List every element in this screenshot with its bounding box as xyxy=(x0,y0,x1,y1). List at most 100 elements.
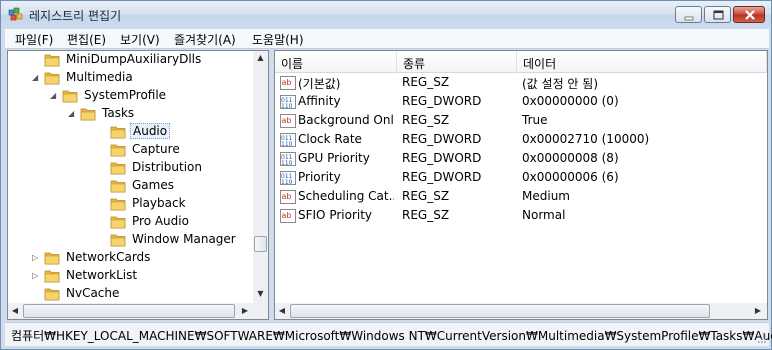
value-type: REG_DWORD xyxy=(402,132,482,146)
folder-icon xyxy=(44,270,60,283)
string-value-icon: ab xyxy=(280,190,296,204)
value-name: Affinity xyxy=(298,94,341,108)
tree-node-label: Games xyxy=(132,178,174,192)
menu-edit[interactable]: 편집(E) xyxy=(67,31,106,48)
status-bar: 컴퓨터₩HKEY_LOCAL_MACHINE₩SOFTWARE₩Microsof… xyxy=(5,322,772,346)
menu-favorites[interactable]: 즐겨찾기(A) xyxy=(174,31,236,48)
scroll-up-icon[interactable]: ▲ xyxy=(253,53,268,62)
folder-icon xyxy=(80,108,96,121)
registry-tree[interactable]: MiniDumpAuxiliaryDlls ◢ Multimedia ◢ SystemP… xyxy=(7,50,269,320)
folder-icon xyxy=(110,144,126,157)
value-data: 0x00000006 (6) xyxy=(522,170,619,184)
string-value-icon: ab xyxy=(280,76,296,90)
folder-icon xyxy=(44,288,60,301)
list-horizontal-scroll-thumb[interactable] xyxy=(290,304,710,318)
value-data: True xyxy=(522,113,548,127)
close-icon xyxy=(745,10,755,20)
close-button[interactable] xyxy=(733,6,765,23)
svg-text:110: 110 xyxy=(281,103,293,110)
value-name: Clock Rate xyxy=(298,132,362,146)
svg-text:110: 110 xyxy=(281,160,293,167)
tree-node-label: NetworkList xyxy=(66,268,138,282)
tree-node-label: Distribution xyxy=(132,160,203,174)
title-bar[interactable]: 레지스트리 편집기 xyxy=(1,1,771,28)
tree-node-label: Tasks xyxy=(102,106,135,120)
value-type: REG_SZ xyxy=(402,75,450,89)
value-type: REG_SZ xyxy=(402,189,450,203)
minimize-button[interactable] xyxy=(675,6,702,23)
value-row[interactable]: ab (기본값) REG_SZ (값 설정 안 됨) xyxy=(275,73,765,92)
binary-value-icon: 011110 xyxy=(280,152,296,167)
scroll-left-icon[interactable]: ◀ xyxy=(10,306,20,315)
resize-grip-icon[interactable] xyxy=(757,334,767,344)
column-name-label: 이름 xyxy=(281,57,304,71)
folder-icon xyxy=(44,252,60,265)
expand-arrow-icon[interactable]: ▷ xyxy=(32,272,39,280)
folder-icon xyxy=(44,54,60,67)
value-row[interactable]: 011 110 Clock Rate REG_DWORD 0x00002710 (100… xyxy=(275,130,765,149)
collapse-arrow-icon[interactable]: ◢ xyxy=(50,92,57,100)
value-data: 0x00002710 (10000) xyxy=(522,132,650,146)
scroll-down-icon[interactable]: ▼ xyxy=(253,289,268,298)
menu-file[interactable]: 파일(F) xyxy=(15,31,53,48)
scroll-right-icon[interactable]: ▶ xyxy=(753,306,763,315)
svg-text:110: 110 xyxy=(281,141,293,148)
status-path: 컴퓨터₩HKEY_LOCAL_MACHINE₩SOFTWARE₩Microsof… xyxy=(11,329,772,343)
folder-icon xyxy=(110,216,126,229)
tree-node-label: Multimedia xyxy=(66,70,133,84)
regedit-icon xyxy=(8,7,23,21)
value-name: (기본값) xyxy=(298,77,341,91)
column-header-type[interactable]: 종류 xyxy=(397,51,517,73)
svg-text:ab: ab xyxy=(282,211,292,220)
tree-node-label: Audio xyxy=(130,123,171,139)
tree-horizontal-scrollbar[interactable]: ◀ ▶ xyxy=(8,303,253,319)
value-name: Scheduling Cat... xyxy=(298,189,394,203)
expand-arrow-icon[interactable]: ▷ xyxy=(32,254,39,262)
string-value-icon: ab xyxy=(280,209,296,223)
value-row[interactable]: 011 110 Priority REG_DWORD 0x00000006 (6) xyxy=(275,168,765,187)
value-row[interactable]: ab Background Only REG_SZ True xyxy=(275,111,765,130)
binary-value-icon: 011110 xyxy=(280,171,296,186)
column-header-data[interactable]: 데이터 xyxy=(517,51,767,73)
value-row[interactable]: 011 110 GPU Priority REG_DWORD 0x00000008 (8… xyxy=(275,149,765,168)
scrollbar-corner xyxy=(253,303,268,319)
value-name: SFIO Priority xyxy=(298,208,373,222)
maximize-button[interactable] xyxy=(704,6,731,23)
tree-horizontal-scroll-thumb[interactable] xyxy=(23,304,235,318)
tree-vertical-scrollbar[interactable]: ▲ ▼ xyxy=(253,51,268,303)
folder-icon xyxy=(62,90,78,103)
tree-node-label: NetworkCards xyxy=(66,250,151,264)
menu-view[interactable]: 보기(V) xyxy=(120,31,160,48)
list-horizontal-scrollbar[interactable]: ◀ ▶ xyxy=(275,303,767,319)
regedit-window: 레지스트리 편집기 파일(F) 편집(E) 보기(V) 즐겨찾기(A) 도움말(… xyxy=(0,0,772,350)
value-type: REG_SZ xyxy=(402,208,450,222)
collapse-arrow-icon[interactable]: ◢ xyxy=(68,110,75,118)
value-type: REG_DWORD xyxy=(402,94,482,108)
tree-vertical-scroll-thumb[interactable] xyxy=(254,235,267,252)
value-row[interactable]: 011 110 Affinity REG_DWORD 0x00000000 (0) xyxy=(275,92,765,111)
tree-node-label: SystemProfile xyxy=(84,88,167,102)
value-row[interactable]: ab Scheduling Cat... REG_SZ Medium xyxy=(275,187,765,206)
value-name: Priority xyxy=(298,170,341,184)
menu-help[interactable]: 도움말(H) xyxy=(252,31,304,48)
column-type-label: 종류 xyxy=(403,57,426,71)
scroll-right-icon[interactable]: ▶ xyxy=(240,306,250,315)
scroll-left-icon[interactable]: ◀ xyxy=(277,306,287,315)
svg-text:ab: ab xyxy=(282,78,292,87)
window-title: 레지스트리 편집기 xyxy=(29,9,122,23)
value-data: (값 설정 안 됨) xyxy=(522,77,599,91)
minimize-icon xyxy=(684,16,694,21)
value-row[interactable]: ab SFIO Priority REG_SZ Normal xyxy=(275,206,765,225)
collapse-arrow-icon[interactable]: ◢ xyxy=(32,74,39,82)
maximize-icon xyxy=(713,10,724,20)
tree-node-label: Playback xyxy=(132,196,186,210)
tree-node-label: Pro Audio xyxy=(132,214,189,228)
column-header-name[interactable]: 이름 xyxy=(275,51,397,73)
string-value-icon: ab xyxy=(280,114,296,128)
tree-node-label: MiniDumpAuxiliaryDlls xyxy=(66,52,202,66)
value-name: Background Only xyxy=(298,113,394,127)
menu-bar: 파일(F) 편집(E) 보기(V) 즐겨찾기(A) 도움말(H) xyxy=(5,29,769,49)
tree-node-label: Capture xyxy=(132,142,180,156)
folder-icon xyxy=(110,234,126,247)
values-list[interactable]: 이름 종류 데이터 ab (기본값) REG_SZ (값 설정 안 됨) 011 110 A… xyxy=(274,50,768,320)
